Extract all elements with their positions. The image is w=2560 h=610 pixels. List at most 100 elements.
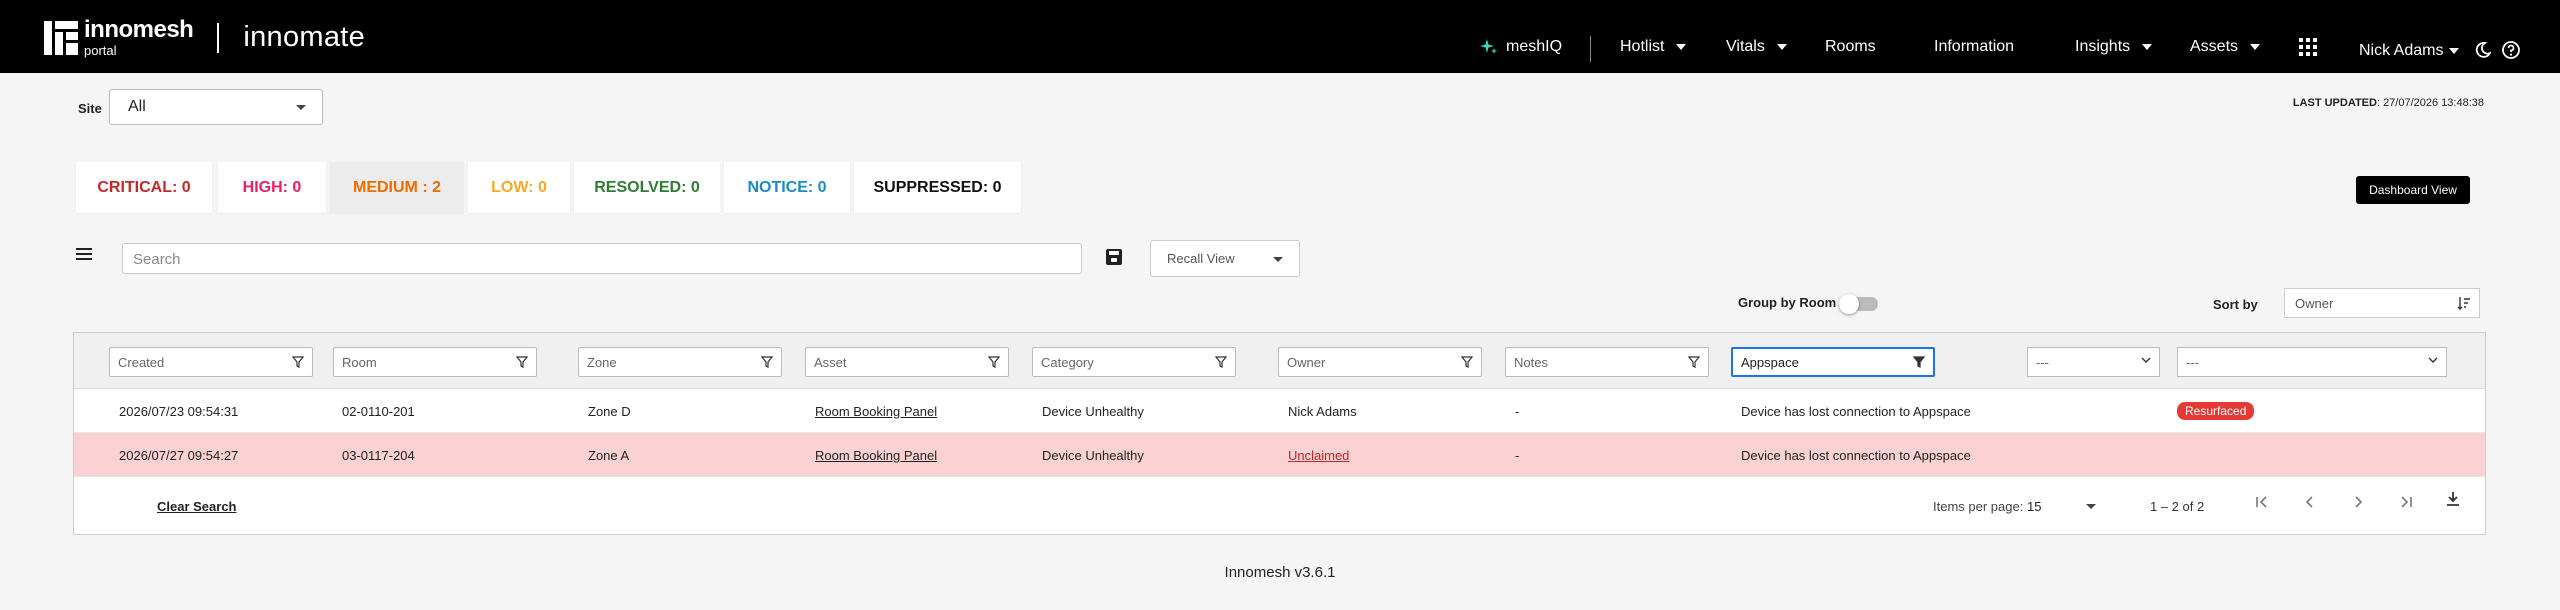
search-input[interactable]: Search bbox=[122, 243, 1082, 274]
last-page-icon[interactable] bbox=[2398, 494, 2414, 510]
cell-asset-link[interactable]: Room Booking Panel bbox=[815, 448, 937, 463]
nav-meshiq[interactable]: meshIQ bbox=[1480, 38, 1562, 56]
filter-notes[interactable]: Notes bbox=[1505, 347, 1709, 377]
filter-status-value: --- bbox=[2036, 355, 2049, 370]
top-nav: innomesh portal innomate meshIQ Hotlist … bbox=[0, 0, 2560, 73]
chevron-down-icon bbox=[1776, 44, 1787, 50]
cell-notes: - bbox=[1515, 404, 1520, 419]
nav-assets-label: Assets bbox=[2190, 38, 2239, 55]
chevron-down-icon bbox=[2250, 44, 2261, 50]
filter-created[interactable]: Created bbox=[109, 347, 313, 377]
severity-resolved[interactable]: RESOLVED: 0 bbox=[574, 162, 720, 213]
group-by-room-toggle[interactable] bbox=[1839, 294, 1878, 314]
recall-view-select[interactable]: Recall View bbox=[1150, 240, 1300, 277]
nav-information[interactable]: Information bbox=[1934, 38, 2014, 56]
cell-room: 03-0117-204 bbox=[342, 448, 415, 463]
nav-vitals[interactable]: Vitals bbox=[1726, 38, 1787, 56]
filter-zone[interactable]: Zone bbox=[578, 347, 782, 377]
severity-suppressed[interactable]: SUPPRESSED: 0 bbox=[854, 162, 1021, 213]
grid-apps-icon[interactable] bbox=[2299, 38, 2317, 56]
sort-direction-icon[interactable] bbox=[2457, 296, 2471, 310]
cell-description: Device has lost connection to Appspace bbox=[1741, 404, 1971, 419]
app-version: Innomesh v3.6.1 bbox=[1224, 564, 1336, 581]
first-page-icon[interactable] bbox=[2254, 494, 2270, 510]
alerts-table: Created Room Zone Asset Category Owner N… bbox=[73, 332, 2486, 535]
severity-medium[interactable]: MEDIUM : 2 bbox=[330, 162, 464, 213]
chevron-down-icon bbox=[296, 105, 306, 110]
filter-asset-label: Asset bbox=[814, 355, 847, 370]
nav-separator bbox=[1590, 36, 1591, 62]
items-per-page-label: Items per page: bbox=[1933, 499, 2024, 514]
items-per-page-select[interactable]: 15 bbox=[2027, 499, 2041, 514]
nav-hotlist-label: Hotlist bbox=[1620, 38, 1665, 55]
nav-rooms-label: Rooms bbox=[1825, 38, 1876, 55]
recall-view-label: Recall View bbox=[1167, 251, 1235, 266]
site-select[interactable]: All bbox=[109, 89, 323, 125]
nav-insights-label: Insights bbox=[2075, 38, 2131, 55]
nav-insights[interactable]: Insights bbox=[2075, 38, 2153, 56]
site-select-value: All bbox=[128, 98, 146, 115]
prev-page-icon[interactable] bbox=[2302, 494, 2318, 510]
cell-notes: - bbox=[1515, 448, 1520, 463]
nav-assets[interactable]: Assets bbox=[2190, 38, 2261, 56]
filter-zone-label: Zone bbox=[587, 355, 617, 370]
user-name: Nick Adams bbox=[2359, 42, 2444, 59]
nav-vitals-label: Vitals bbox=[1726, 38, 1765, 55]
next-page-icon[interactable] bbox=[2350, 494, 2366, 510]
chevron-down-icon bbox=[1676, 44, 1687, 50]
filter-status-select[interactable]: --- bbox=[2027, 347, 2160, 377]
filter-description[interactable]: Appspace bbox=[1731, 347, 1935, 377]
download-icon[interactable] bbox=[2444, 490, 2462, 508]
filter-type-select[interactable]: --- bbox=[2177, 347, 2447, 377]
moon-icon[interactable] bbox=[2475, 42, 2491, 58]
nav-hotlist[interactable]: Hotlist bbox=[1620, 38, 1687, 56]
logo-sub-text: portal bbox=[84, 43, 117, 58]
severity-critical[interactable]: CRITICAL: 0 bbox=[76, 162, 212, 213]
menu-icon[interactable] bbox=[76, 248, 92, 261]
filter-asset[interactable]: Asset bbox=[805, 347, 1009, 377]
sparkle-icon bbox=[1480, 39, 1497, 54]
clear-search-link[interactable]: Clear Search bbox=[157, 499, 237, 514]
chevron-down-icon bbox=[1273, 257, 1283, 262]
sort-by-select[interactable]: Owner bbox=[2284, 288, 2480, 318]
filter-owner[interactable]: Owner bbox=[1278, 347, 1482, 377]
nav-meshiq-label: meshIQ bbox=[1506, 38, 1563, 55]
filter-icon bbox=[516, 356, 528, 368]
logo[interactable]: innomesh portal innomate bbox=[44, 18, 365, 57]
dashboard-view-button[interactable]: Dashboard View bbox=[2356, 176, 2470, 204]
severity-notice[interactable]: NOTICE: 0 bbox=[724, 162, 850, 213]
chevron-down-icon bbox=[2142, 44, 2153, 50]
table-footer: Clear Search Items per page: 15 1 – 2 of… bbox=[74, 478, 2485, 534]
filter-category-label: Category bbox=[1041, 355, 1094, 370]
cell-asset-link[interactable]: Room Booking Panel bbox=[815, 404, 937, 419]
cell-zone: Zone D bbox=[588, 404, 631, 419]
table-row[interactable]: 2026/07/27 09:54:27 03-0117-204 Zone A R… bbox=[74, 433, 2485, 477]
last-updated: LAST UPDATED: 27/07/2026 13:48:38 bbox=[2293, 97, 2484, 109]
cell-category: Device Unhealthy bbox=[1042, 448, 1144, 463]
cell-owner-unclaimed[interactable]: Unclaimed bbox=[1288, 448, 1349, 463]
chevron-down-icon bbox=[2449, 48, 2460, 54]
user-menu[interactable]: Nick Adams bbox=[2359, 42, 2460, 60]
last-updated-value: : 27/07/2026 13:48:38 bbox=[2376, 97, 2484, 109]
filter-icon bbox=[1461, 356, 1473, 368]
filter-category[interactable]: Category bbox=[1032, 347, 1236, 377]
sort-by-value: Owner bbox=[2295, 296, 2334, 311]
filter-room[interactable]: Room bbox=[333, 347, 537, 377]
severity-high[interactable]: HIGH: 0 bbox=[218, 162, 326, 213]
logo-main-text: innomesh bbox=[84, 16, 194, 43]
table-row[interactable]: 2026/07/23 09:54:31 02-0110-201 Zone D R… bbox=[74, 389, 2485, 433]
filter-description-value: Appspace bbox=[1741, 355, 1799, 370]
save-icon[interactable] bbox=[1106, 249, 1122, 265]
group-by-room-label: Group by Room bbox=[1738, 295, 1837, 310]
cell-category: Device Unhealthy bbox=[1042, 404, 1144, 419]
filter-row: Created Room Zone Asset Category Owner N… bbox=[74, 333, 2485, 389]
help-icon[interactable] bbox=[2502, 41, 2520, 59]
innomesh-logo-icon bbox=[44, 20, 78, 55]
site-label: Site bbox=[78, 101, 102, 116]
severity-low[interactable]: LOW: 0 bbox=[468, 162, 570, 213]
cell-description: Device has lost connection to Appspace bbox=[1741, 448, 1971, 463]
sort-by-label: Sort by bbox=[2213, 297, 2258, 312]
nav-rooms[interactable]: Rooms bbox=[1825, 38, 1876, 56]
cell-created: 2026/07/27 09:54:27 bbox=[119, 448, 239, 463]
cell-created: 2026/07/23 09:54:31 bbox=[119, 404, 239, 419]
